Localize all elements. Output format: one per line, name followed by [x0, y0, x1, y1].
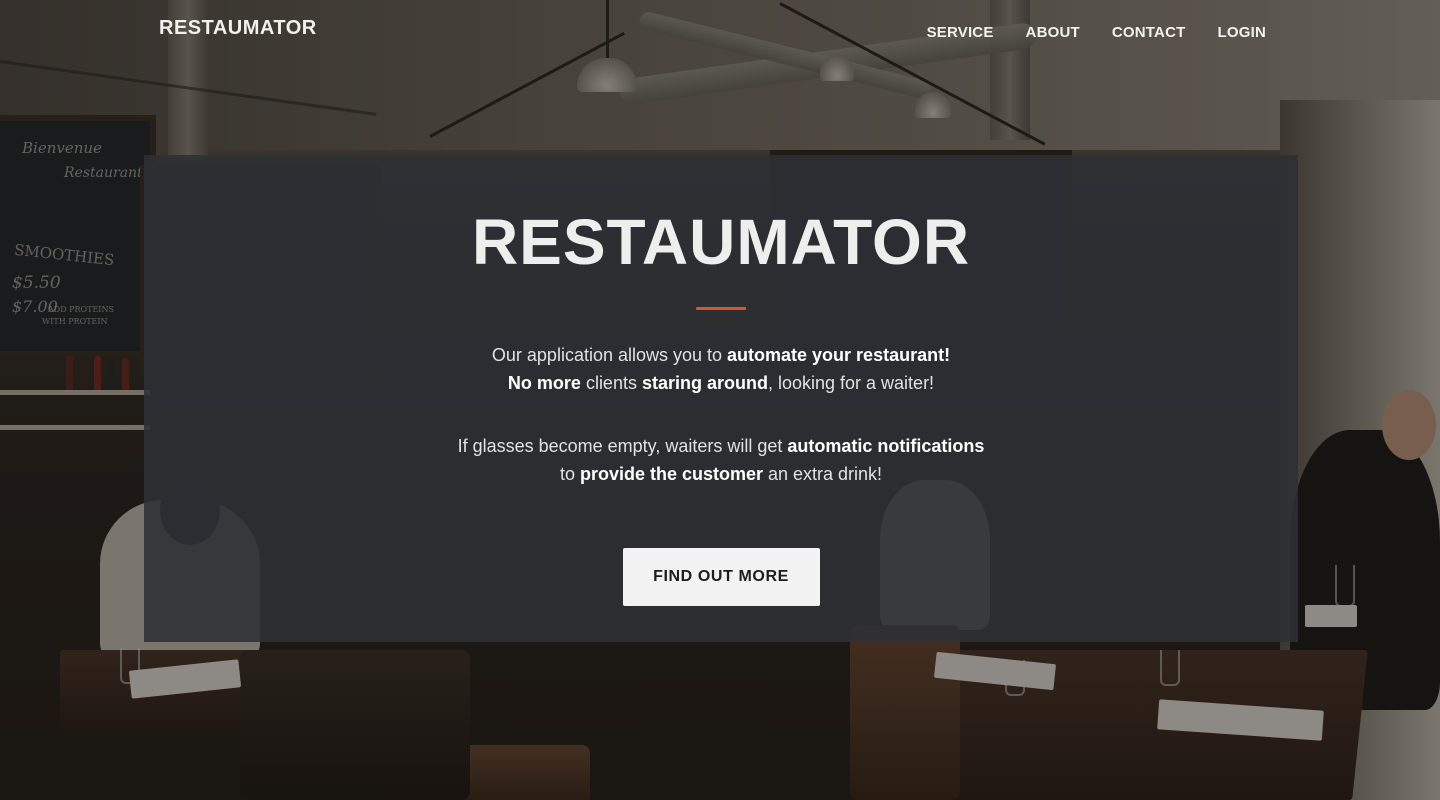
brand-logo[interactable]: RESTAUMATOR — [159, 17, 317, 40]
hero-description: Our application allows you to automate y… — [144, 342, 1298, 397]
title-divider — [696, 307, 746, 310]
description-text: If glasses become empty, waiters will ge… — [457, 436, 788, 456]
description-text: to — [559, 463, 580, 484]
hero-description: If glasses become empty, waiters will ge… — [144, 433, 1298, 488]
nav-item: SERVICE — [927, 22, 994, 43]
hero-title: RESTAUMATOR — [471, 206, 971, 278]
nav-item: ABOUT — [1026, 22, 1080, 43]
hero-panel: RESTAUMATOR Our application allows you t… — [144, 155, 1298, 642]
description-text: , looking for a waiter! — [767, 372, 935, 393]
find-out-more-button[interactable]: FIND OUT MORE — [622, 548, 820, 606]
description-emphasis: No more — [507, 372, 581, 393]
nav-link-contact[interactable]: CONTACT — [1112, 22, 1186, 43]
nav-link-service[interactable]: SERVICE — [927, 22, 994, 43]
description-text: clients — [580, 372, 642, 393]
nav-link-about[interactable]: ABOUT — [1026, 22, 1080, 43]
description-emphasis: automatic notifications — [787, 436, 985, 456]
description-emphasis: provide the customer — [579, 463, 763, 484]
description-emphasis: automate your restaurant! — [727, 345, 951, 365]
nav-item: LOGIN — [1218, 22, 1267, 43]
description-text: Our application allows you to — [491, 345, 728, 365]
nav-item: CONTACT — [1112, 22, 1186, 43]
description-text: an extra drink! — [763, 463, 883, 484]
description-emphasis: staring around — [641, 372, 768, 393]
nav-menu: SERVICE ABOUT CONTACT LOGIN — [927, 22, 1266, 43]
nav-link-login[interactable]: LOGIN — [1218, 22, 1267, 43]
